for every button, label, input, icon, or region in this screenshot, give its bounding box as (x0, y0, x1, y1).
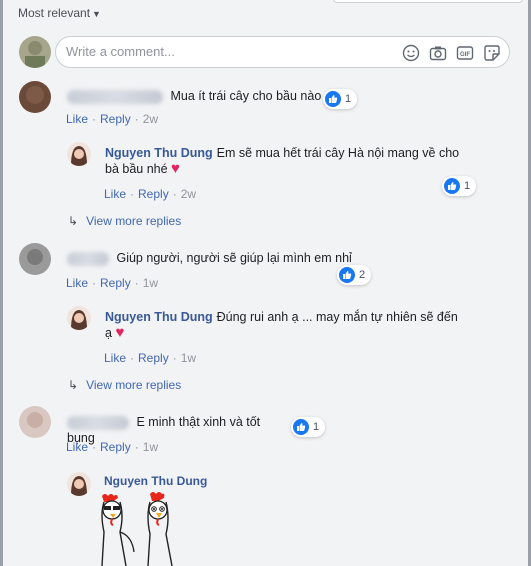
like-icon (444, 178, 460, 194)
comment-actions: Like · Reply · 1w (66, 440, 159, 454)
author-avatar[interactable] (67, 472, 91, 496)
comment-actions: Like · Reply · 2w (66, 112, 159, 126)
comment-bubble: Mua ít trái cây cho bầu nào (55, 80, 353, 112)
sort-dropdown[interactable]: Most relevant ▼ (18, 6, 101, 20)
reply-author[interactable]: Nguyen Thu Dung (105, 146, 213, 160)
comment-composer: GIF (55, 36, 510, 68)
timestamp[interactable]: 1w (143, 276, 158, 290)
reply-link[interactable]: Reply (100, 276, 131, 290)
chevron-down-icon: ▼ (92, 9, 101, 19)
comment-input[interactable] (66, 44, 386, 59)
sort-label: Most relevant (18, 6, 91, 20)
reaction-number: 1 (345, 93, 352, 105)
like-link[interactable]: Like (104, 187, 126, 201)
reply-arrow-icon: ↳ (68, 378, 79, 392)
reply-link[interactable]: Reply (138, 187, 169, 201)
timestamp[interactable]: 2w (143, 112, 158, 126)
reaction-number: 2 (359, 269, 366, 281)
heart-icon: ♥ (171, 160, 180, 177)
like-link[interactable]: Like (66, 276, 88, 290)
reply-link[interactable]: Reply (138, 351, 169, 365)
reaction-count[interactable]: 1 (442, 176, 477, 196)
reply-link[interactable]: Reply (100, 112, 131, 126)
reaction-count[interactable]: 1 (291, 417, 326, 437)
blurred-author-name[interactable] (67, 415, 129, 430)
author-avatar[interactable] (67, 142, 91, 166)
timestamp[interactable]: 1w (181, 351, 196, 365)
timestamp[interactable]: 2w (181, 187, 196, 201)
commenter-avatar[interactable] (19, 243, 51, 275)
view-more-replies[interactable]: ↳ View more replies (68, 214, 181, 228)
reaction-number: 1 (464, 180, 471, 192)
gif-icon[interactable]: GIF (456, 44, 474, 62)
reply-author[interactable]: Nguyen Thu Dung (105, 310, 213, 324)
blurred-author-name[interactable] (67, 251, 109, 266)
like-link[interactable]: Like (104, 351, 126, 365)
rooster-sticker[interactable] (92, 492, 182, 566)
reply-link[interactable]: Reply (100, 440, 131, 454)
top-bar: Most relevant ▼ (0, 0, 531, 24)
reply-author[interactable]: Nguyen Thu Dung (104, 474, 207, 488)
comment-bubble: E minh thật xinh và tốt bụng (55, 406, 288, 445)
emoji-icon[interactable] (402, 44, 420, 62)
reply-actions: Like · Reply · 1w (104, 351, 197, 365)
heart-icon: ♥ (115, 324, 125, 341)
current-user-avatar[interactable] (19, 36, 51, 68)
reaction-count[interactable]: 2 (337, 265, 372, 285)
like-icon (325, 91, 341, 107)
comment-bubble: Giúp người, người sẽ giúp lại mình em nh… (55, 242, 368, 274)
reply-bubble: Nguyen Thu Dung Đúng rui anh ạ ... may mắ… (93, 301, 473, 349)
like-icon (339, 267, 355, 283)
reply-bubble: Nguyen Thu Dung Em sẽ mua hết trái cây Hà… (93, 137, 473, 185)
sticker-icon[interactable] (483, 44, 501, 62)
like-link[interactable]: Like (66, 440, 88, 454)
like-link[interactable]: Like (66, 112, 88, 126)
reply-actions: Like · Reply · 2w (104, 187, 197, 201)
reaction-number: 1 (313, 421, 320, 433)
like-icon (293, 419, 309, 435)
blurred-author-name[interactable] (67, 89, 163, 104)
timestamp[interactable]: 1w (143, 440, 158, 454)
camera-icon[interactable] (429, 44, 447, 62)
commenter-avatar[interactable] (19, 81, 51, 113)
reply-arrow-icon: ↳ (68, 214, 79, 228)
comment-text: Mua ít trái cây cho bầu nào (170, 89, 322, 103)
top-input-edge (333, 0, 523, 3)
commenter-avatar[interactable] (19, 406, 51, 438)
reaction-count[interactable]: 1 (323, 89, 358, 109)
comment-actions: Like · Reply · 1w (66, 276, 159, 290)
view-more-replies[interactable]: ↳ View more replies (68, 378, 181, 392)
comment-text: Giúp người, người sẽ giúp lại mình em nh… (116, 251, 352, 265)
svg-text:GIF: GIF (460, 52, 470, 58)
author-avatar[interactable] (67, 306, 91, 330)
